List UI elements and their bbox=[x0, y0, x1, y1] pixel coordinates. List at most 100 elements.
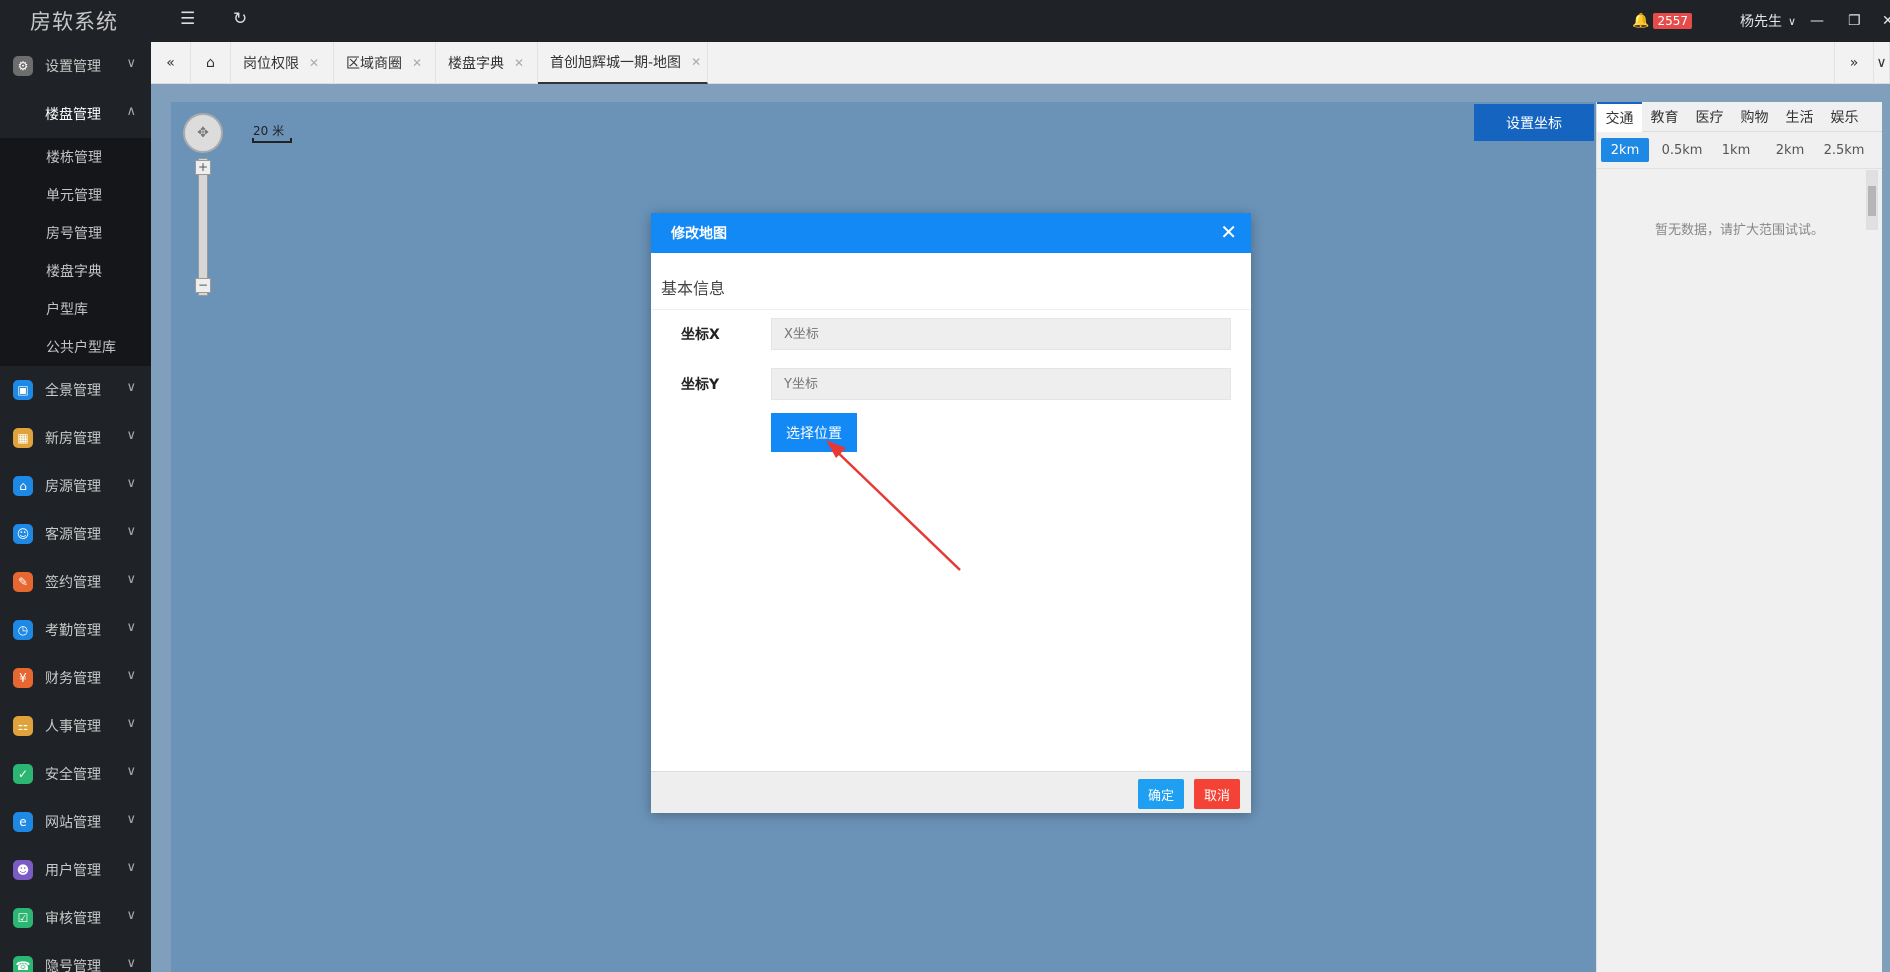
sidebar-item-users[interactable]: ☻ 用户管理 ∨ bbox=[0, 846, 151, 894]
tab-property-dictionary[interactable]: 楼盘字典 ✕ bbox=[436, 42, 538, 84]
sidebar-item-panorama[interactable]: ▣ 全景管理 ∨ bbox=[0, 366, 151, 414]
sidebar-item-finance[interactable]: ¥ 财务管理 ∨ bbox=[0, 654, 151, 702]
chevron-down-icon: ∨ bbox=[126, 908, 136, 923]
sidebar-item-label: 网站管理 bbox=[45, 815, 101, 831]
range-option[interactable]: 2.5km bbox=[1817, 138, 1871, 162]
tab-menu-button[interactable]: ∨ bbox=[1874, 42, 1890, 84]
scrollbar-thumb[interactable] bbox=[1868, 186, 1876, 216]
chevron-down-icon: ∨ bbox=[126, 956, 136, 971]
zoom-in-button[interactable]: + bbox=[195, 160, 211, 175]
y-coordinate-label: 坐标Y bbox=[681, 377, 720, 393]
tab-position-permissions[interactable]: 岗位权限 ✕ bbox=[231, 42, 334, 84]
zoom-out-button[interactable]: − bbox=[195, 278, 211, 293]
chevron-down-icon: ∨ bbox=[126, 572, 136, 587]
tab-bar: « ⌂ 岗位权限 ✕ 区域商圈 ✕ 楼盘字典 ✕ 首创旭辉城一期-地图 ✕ » … bbox=[151, 42, 1890, 84]
y-coordinate-row: 坐标Y bbox=[651, 360, 1251, 410]
dialog-header: 修改地图 ✕ bbox=[651, 213, 1251, 253]
tab-label: 楼盘字典 bbox=[448, 56, 504, 72]
range-option[interactable]: 1km bbox=[1709, 138, 1763, 162]
home-tab[interactable]: ⌂ bbox=[191, 42, 231, 84]
sidebar-item-attendance[interactable]: ◷ 考勤管理 ∨ bbox=[0, 606, 151, 654]
tab-transport[interactable]: 交通 bbox=[1597, 102, 1642, 132]
map-scale-label: 20 米 bbox=[253, 124, 285, 138]
top-bar: 房软系统 ☰ ↻ 🔔 2557 杨先生 ∨ — ❐ ✕ bbox=[0, 0, 1890, 42]
sidebar-subitem[interactable]: 楼栋管理 bbox=[0, 138, 151, 176]
tab-education[interactable]: 教育 bbox=[1642, 102, 1687, 132]
close-icon[interactable]: ✕ bbox=[691, 55, 701, 69]
sidebar-item-label: 考勤管理 bbox=[45, 623, 101, 639]
close-window-button[interactable]: ✕ bbox=[1882, 0, 1890, 42]
x-coordinate-row: 坐标X bbox=[651, 310, 1251, 360]
range-option[interactable]: 2km bbox=[1763, 138, 1817, 162]
sidebar-item-label: 人事管理 bbox=[45, 719, 101, 735]
range-option[interactable]: 0.5km bbox=[1655, 138, 1709, 162]
user-icon: ☻ bbox=[13, 860, 33, 880]
close-icon[interactable]: ✕ bbox=[412, 56, 422, 70]
x-coordinate-input[interactable] bbox=[771, 318, 1231, 350]
chevron-down-icon: ∨ bbox=[126, 428, 136, 443]
sidebar-item-website[interactable]: e 网站管理 ∨ bbox=[0, 798, 151, 846]
finance-icon: ¥ bbox=[13, 668, 33, 688]
sidebar-item-security[interactable]: ✓ 安全管理 ∨ bbox=[0, 750, 151, 798]
tab-life[interactable]: 生活 bbox=[1777, 102, 1822, 132]
notification-area[interactable]: 🔔 2557 bbox=[1632, 0, 1692, 42]
minimize-button[interactable]: — bbox=[1810, 0, 1824, 42]
choose-location-button[interactable]: 选择位置 bbox=[771, 413, 857, 452]
sidebar-item-newhouse[interactable]: ▦ 新房管理 ∨ bbox=[0, 414, 151, 462]
dialog-footer: 确定 取消 bbox=[651, 771, 1251, 813]
refresh-icon[interactable]: ↻ bbox=[233, 9, 247, 29]
sidebar-item-contracts[interactable]: ✎ 签约管理 ∨ bbox=[0, 558, 151, 606]
sidebar-item-listings[interactable]: ⌂ 房源管理 ∨ bbox=[0, 462, 151, 510]
map-pan-control[interactable]: ✥ bbox=[183, 113, 223, 153]
sidebar-item-label: 财务管理 bbox=[45, 671, 101, 687]
chevron-down-icon: ∨ bbox=[126, 812, 136, 827]
dialog-title: 修改地图 bbox=[671, 226, 727, 242]
sidebar-subitem[interactable]: 公共户型库 bbox=[0, 328, 151, 366]
zoom-slider[interactable] bbox=[198, 158, 208, 296]
sidebar-item-hidden-number[interactable]: ☎ 隐号管理 ∨ bbox=[0, 942, 151, 972]
sidebar-item-label: 设置管理 bbox=[45, 59, 101, 75]
sidebar: ⚙ 设置管理 ∨ 楼盘管理 ∧ 楼栋管理 单元管理 房号管理 楼盘字典 户型库 … bbox=[0, 42, 151, 972]
sidebar-item-audit[interactable]: ☑ 审核管理 ∨ bbox=[0, 894, 151, 942]
close-icon[interactable]: ✕ bbox=[1220, 220, 1237, 244]
tab-shopping[interactable]: 购物 bbox=[1732, 102, 1777, 132]
menu-toggle-icon[interactable]: ☰ bbox=[180, 9, 195, 29]
set-coordinate-button[interactable]: 设置坐标 bbox=[1474, 104, 1594, 141]
clock-icon: ◷ bbox=[13, 620, 33, 640]
scrollbar[interactable] bbox=[1866, 170, 1878, 230]
sidebar-item-hr[interactable]: ⚏ 人事管理 ∨ bbox=[0, 702, 151, 750]
sidebar-item-customers[interactable]: ☺ 客源管理 ∨ bbox=[0, 510, 151, 558]
tab-region[interactable]: 区域商圈 ✕ bbox=[334, 42, 436, 84]
sidebar-subitem[interactable]: 户型库 bbox=[0, 290, 151, 328]
scroll-left-button[interactable]: « bbox=[151, 42, 191, 84]
tab-map[interactable]: 首创旭辉城一期-地图 ✕ bbox=[538, 42, 708, 84]
scroll-right-button[interactable]: » bbox=[1834, 42, 1874, 84]
map-scale-bar bbox=[252, 138, 292, 143]
confirm-button[interactable]: 确定 bbox=[1138, 779, 1184, 809]
sidebar-item-label: 全景管理 bbox=[45, 383, 101, 399]
sidebar-item-property[interactable]: 楼盘管理 ∧ bbox=[0, 90, 151, 138]
tab-medical[interactable]: 医疗 bbox=[1687, 102, 1732, 132]
contract-icon: ✎ bbox=[13, 572, 33, 592]
sidebar-subitem[interactable]: 单元管理 bbox=[0, 176, 151, 214]
sidebar-item-label: 隐号管理 bbox=[45, 959, 101, 972]
maximize-button[interactable]: ❐ bbox=[1848, 0, 1861, 42]
sidebar-subitem[interactable]: 房号管理 bbox=[0, 214, 151, 252]
tab-entertainment[interactable]: 娱乐 bbox=[1822, 102, 1867, 132]
newhouse-icon: ▦ bbox=[13, 428, 33, 448]
sidebar-item-label: 楼盘管理 bbox=[45, 107, 101, 123]
sidebar-item-settings[interactable]: ⚙ 设置管理 ∨ bbox=[0, 42, 151, 90]
gear-icon: ⚙ bbox=[13, 56, 33, 76]
chevron-down-icon: ∨ bbox=[126, 764, 136, 779]
sidebar-subitem[interactable]: 楼盘字典 bbox=[0, 252, 151, 290]
notification-badge: 2557 bbox=[1653, 13, 1692, 29]
close-icon[interactable]: ✕ bbox=[514, 56, 524, 70]
y-coordinate-input[interactable] bbox=[771, 368, 1231, 400]
bell-icon: 🔔 bbox=[1632, 13, 1650, 29]
sidebar-item-label: 房源管理 bbox=[45, 479, 101, 495]
user-menu[interactable]: 杨先生 ∨ bbox=[1740, 0, 1796, 42]
range-option[interactable]: 2km bbox=[1601, 138, 1649, 162]
close-icon[interactable]: ✕ bbox=[309, 56, 319, 70]
cancel-button[interactable]: 取消 bbox=[1194, 779, 1240, 809]
panorama-icon: ▣ bbox=[13, 380, 33, 400]
